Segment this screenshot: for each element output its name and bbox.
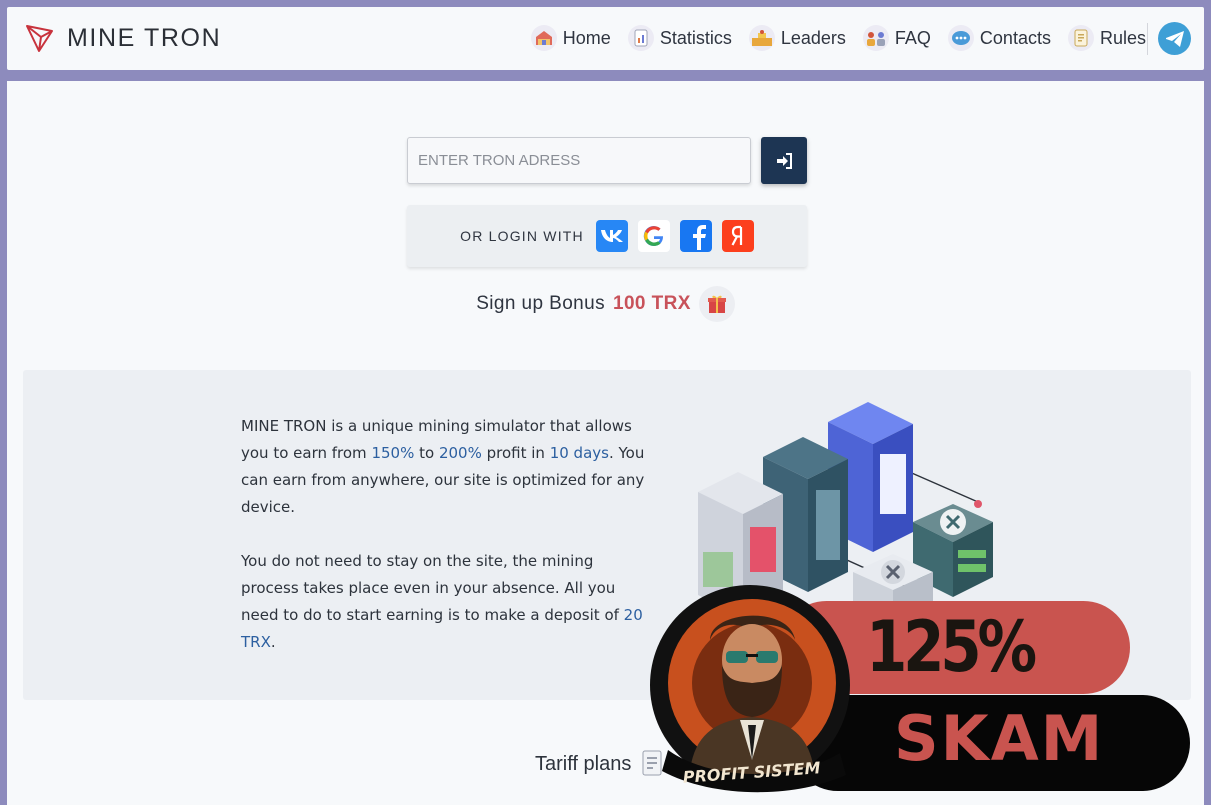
- telegram-icon[interactable]: [1158, 22, 1191, 55]
- nav-faq[interactable]: FAQ: [862, 25, 931, 51]
- nav-contacts[interactable]: Contacts: [947, 25, 1051, 51]
- nav-faq-label: FAQ: [894, 27, 931, 48]
- about-text: MINE TRON is a unique mining simulator t…: [241, 413, 646, 683]
- main-nav: Home Statistics Leaders FAQ Contacts Rul…: [514, 25, 1146, 51]
- nav-leaders-label: Leaders: [780, 27, 846, 48]
- google-icon: [643, 226, 663, 247]
- tariff-plans-title: Tariff plans: [535, 752, 632, 775]
- nav-statistics[interactable]: Statistics: [627, 25, 732, 51]
- statistics-icon: [627, 25, 654, 51]
- facebook-icon: [692, 225, 706, 250]
- login-submit-button[interactable]: [761, 137, 807, 184]
- vk-icon: [600, 230, 623, 242]
- yandex-login-button[interactable]: [721, 220, 754, 252]
- about-paragraph-2: You do not need to stay on the site, the…: [241, 552, 643, 651]
- leaders-icon: [748, 25, 775, 51]
- tron-address-input[interactable]: [407, 137, 751, 184]
- vk-login-button[interactable]: [595, 220, 628, 252]
- brand-logo[interactable]: MINE TRON: [25, 23, 221, 53]
- social-login-label: OR LOGIN WITH: [460, 228, 584, 244]
- nav-leaders[interactable]: Leaders: [748, 25, 846, 51]
- profit-sistem-avatar: PROFIT SISTEM: [650, 585, 850, 793]
- sign-in-icon: [777, 152, 792, 169]
- yandex-icon: [731, 225, 742, 246]
- signup-bonus-text: Sign up Bonus: [476, 293, 605, 314]
- nav-contacts-label: Contacts: [979, 27, 1051, 48]
- contacts-icon: [947, 25, 974, 51]
- social-login-box: OR LOGIN WITH: [407, 205, 807, 267]
- percent-badge-text: 125%: [866, 606, 1037, 688]
- nav-divider: [1147, 23, 1148, 55]
- scam-overlay-banner: 125% SKAM PROFIT SISTEM: [640, 585, 1200, 800]
- nav-home[interactable]: Home: [530, 25, 611, 51]
- signup-bonus-amount: 100 TRX: [613, 293, 691, 314]
- nav-rules[interactable]: Rules: [1067, 25, 1146, 51]
- nav-rules-label: Rules: [1099, 27, 1146, 48]
- about-paragraph-1: MINE TRON is a unique mining simulator t…: [241, 417, 645, 516]
- gift-icon: [698, 286, 735, 322]
- rules-icon: [1067, 25, 1094, 51]
- faq-icon: [862, 25, 889, 51]
- home-icon: [530, 25, 557, 51]
- brand-name: MINE TRON: [67, 23, 222, 52]
- scam-badge-text: SKAM: [894, 702, 1105, 775]
- signup-bonus: Sign up Bonus 100 TRX: [7, 286, 1204, 322]
- nav-home-label: Home: [562, 27, 611, 48]
- facebook-login-button[interactable]: [679, 220, 712, 252]
- google-login-button[interactable]: [637, 220, 670, 252]
- nav-statistics-label: Statistics: [659, 27, 732, 48]
- tron-logo-icon: [26, 25, 53, 52]
- top-navbar: MINE TRON Home Statistics Leaders FAQ Co…: [7, 7, 1204, 70]
